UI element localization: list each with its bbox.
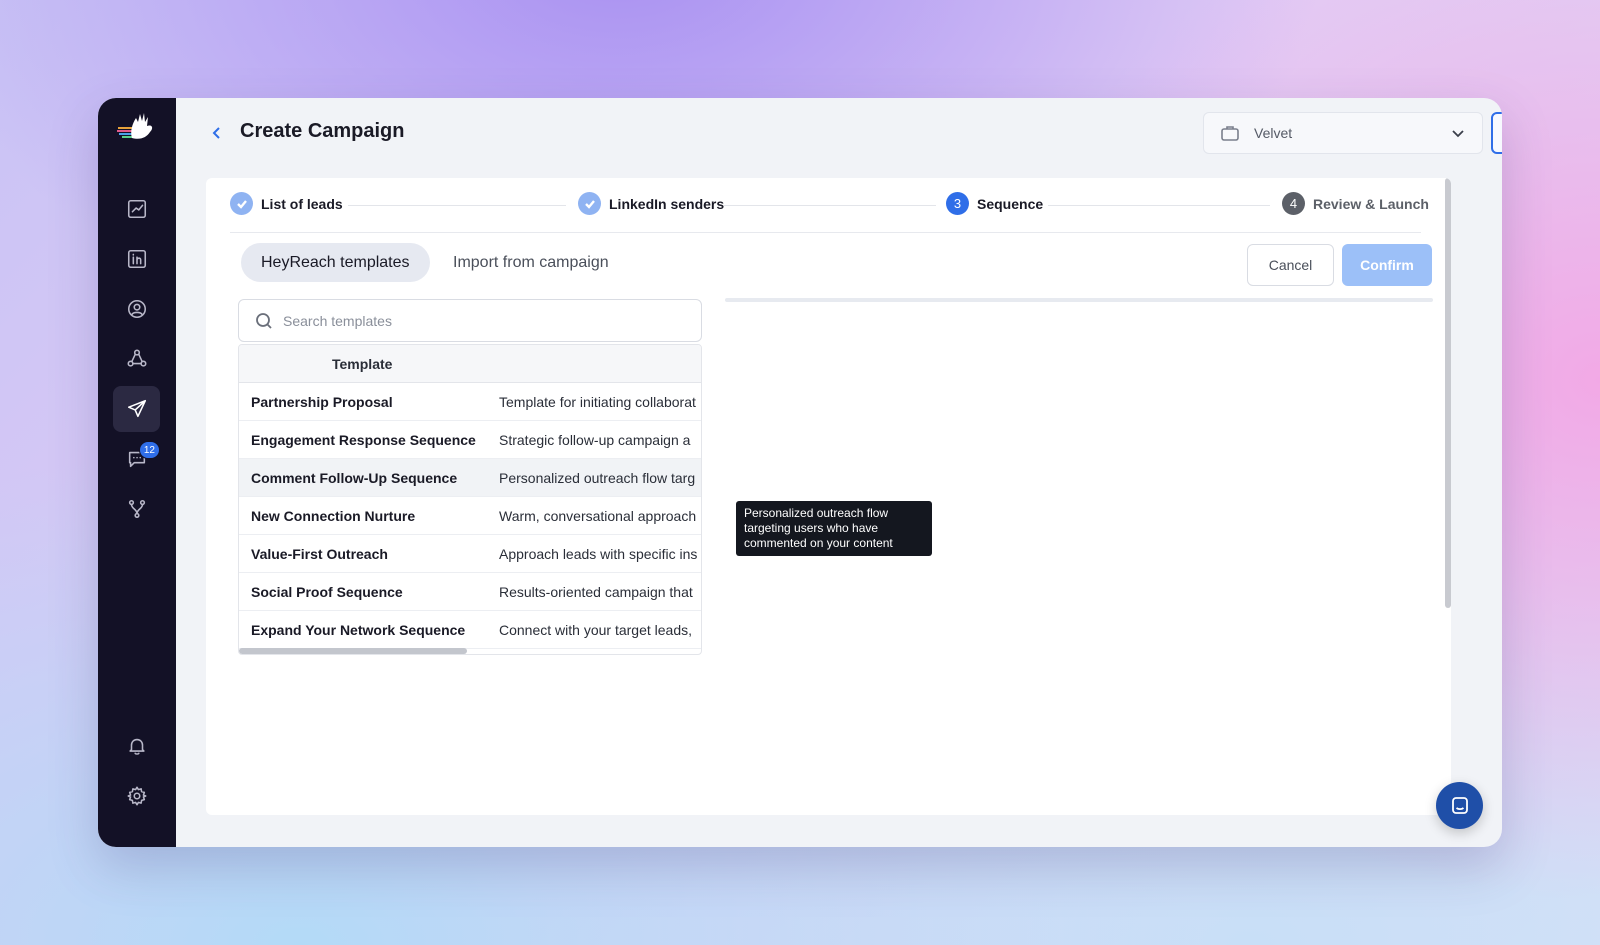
template-name: Comment Follow-Up Sequence — [251, 470, 458, 486]
sidebar-item-linkedin[interactable] — [113, 236, 160, 282]
template-name: Engagement Response Sequence — [251, 432, 476, 448]
template-description: Personalized outreach flow targ — [499, 470, 696, 486]
column-header-template: Template — [332, 356, 393, 372]
workspace-select[interactable]: Velvet — [1203, 112, 1483, 154]
step-number: 4 — [1282, 192, 1305, 215]
send-icon — [127, 399, 146, 418]
sidebar: 12 — [98, 98, 176, 847]
notifications-button[interactable] — [113, 723, 160, 769]
step-done-indicator — [578, 192, 601, 215]
template-description: Results-oriented campaign that — [499, 584, 693, 600]
template-description: Connect with your target leads, — [499, 622, 692, 638]
table-row[interactable]: Value-First Outreach Approach leads with… — [239, 535, 701, 573]
search-box[interactable] — [238, 299, 702, 342]
gear-icon — [127, 786, 146, 806]
template-description: Warm, conversational approach — [499, 508, 697, 524]
linkedin-icon — [127, 249, 146, 269]
heyreach-logo — [117, 113, 153, 139]
search-input[interactable] — [283, 312, 685, 329]
sidebar-item-analytics[interactable] — [113, 186, 160, 232]
step-linkedin-senders[interactable]: LinkedIn senders — [578, 192, 725, 215]
table-row[interactable]: New Connection Nurture Warm, conversatio… — [239, 497, 701, 535]
stepper: List of leads LinkedIn senders 3 Sequenc… — [230, 192, 1429, 220]
main-content: Create Campaign Velvet List of leads Lin… — [176, 98, 1502, 847]
table-row[interactable]: Expand Your Network Sequence Connect wit… — [239, 611, 701, 649]
sidebar-item-campaigns[interactable] — [113, 386, 160, 432]
support-chat-button[interactable] — [1436, 782, 1483, 829]
header: Create Campaign Velvet — [176, 98, 1502, 170]
template-name: Value-First Outreach — [251, 546, 388, 562]
tab-heyreach-templates[interactable]: HeyReach templates — [241, 243, 430, 282]
step-number: 3 — [946, 192, 969, 215]
description-tooltip: Personalized outreach flow targeting use… — [736, 501, 932, 556]
campaign-card: List of leads LinkedIn senders 3 Sequenc… — [206, 178, 1451, 815]
template-name: Expand Your Network Sequence — [251, 622, 466, 638]
table-header: Template — [239, 345, 701, 383]
analytics-icon — [127, 199, 146, 219]
table-row[interactable]: Social Proof Sequence Results-oriented c… — [239, 573, 701, 611]
page-title: Create Campaign — [240, 120, 405, 142]
sidebar-item-inbox[interactable]: 12 — [113, 436, 160, 482]
template-name: Partnership Proposal — [251, 394, 393, 410]
sidebar-item-network[interactable] — [113, 336, 160, 382]
app-window: 12 Create Campaign Velvet List of leads … — [98, 98, 1502, 847]
workspace-name: Velvet — [1254, 125, 1293, 141]
back-button[interactable] — [206, 122, 228, 144]
security-button[interactable] — [1491, 112, 1502, 154]
chat-bubble-icon — [1451, 796, 1468, 814]
step-label: List of leads — [261, 195, 343, 212]
cancel-button[interactable]: Cancel — [1247, 244, 1334, 286]
template-description: Approach leads with specific ins — [499, 546, 698, 562]
vertical-scrollbar[interactable] — [1445, 178, 1451, 608]
check-icon — [236, 199, 247, 209]
step-list-of-leads[interactable]: List of leads — [230, 192, 343, 215]
template-description: Strategic follow-up campaign a — [499, 432, 691, 448]
briefcase-icon — [1221, 126, 1239, 141]
unread-badge: 12 — [138, 441, 160, 459]
search-icon — [256, 312, 272, 329]
sidebar-item-leads[interactable] — [113, 286, 160, 332]
network-icon — [127, 349, 146, 367]
step-connector — [1048, 205, 1270, 206]
templates-table: Template Partnership Proposal Template f… — [238, 344, 702, 655]
divider — [230, 232, 1421, 233]
table-row[interactable]: Partnership Proposal Template for initia… — [239, 383, 701, 421]
template-description: Template for initiating collaborat — [499, 394, 696, 410]
check-icon — [584, 199, 595, 209]
user-icon — [127, 299, 146, 319]
step-done-indicator — [230, 192, 253, 215]
sidebar-item-integrations[interactable] — [113, 486, 160, 532]
template-name: New Connection Nurture — [251, 508, 416, 524]
step-label: Review & Launch — [1313, 195, 1429, 212]
step-label: LinkedIn senders — [609, 195, 725, 212]
horizontal-scrollbar[interactable] — [239, 648, 467, 654]
integrations-icon — [128, 499, 145, 519]
step-label: Sequence — [977, 195, 1044, 212]
step-review-launch[interactable]: 4 Review & Launch — [1282, 192, 1429, 215]
table-row[interactable]: Comment Follow-Up Sequence Personalized … — [239, 459, 701, 497]
preview-loading-bar — [725, 298, 1433, 302]
bell-icon — [128, 738, 145, 755]
confirm-button[interactable]: Confirm — [1342, 244, 1432, 286]
tab-import-from-campaign[interactable]: Import from campaign — [433, 243, 629, 282]
step-connector — [348, 205, 566, 206]
chevron-left-icon — [212, 127, 220, 139]
step-connector — [724, 205, 936, 206]
template-name: Social Proof Sequence — [251, 584, 403, 600]
chevron-down-icon — [1452, 130, 1464, 138]
settings-button[interactable] — [113, 773, 160, 819]
table-row[interactable]: Engagement Response Sequence Strategic f… — [239, 421, 701, 459]
step-sequence[interactable]: 3 Sequence — [946, 192, 1044, 215]
